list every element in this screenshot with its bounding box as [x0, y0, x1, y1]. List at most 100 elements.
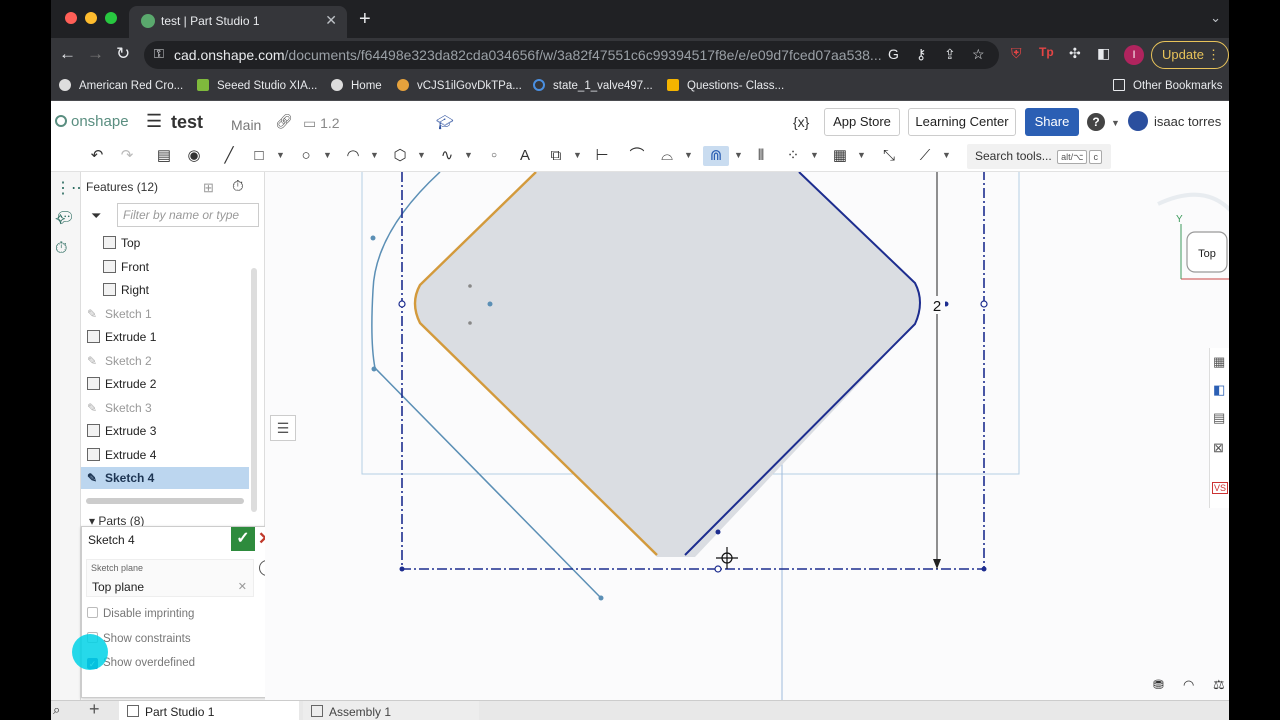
tab-part-studio[interactable]: Part Studio 1 [119, 701, 299, 720]
bookmark-item[interactable]: state_1_valve497... [533, 79, 653, 92]
bookmark-item[interactable]: Questions- Class... [667, 79, 784, 92]
rectangle-tool-icon[interactable]: □ [249, 146, 269, 166]
graphics-viewport[interactable]: 2 Top X Y ☰ ⛃ ◠ ⚖︎ [265, 161, 1229, 700]
bookmark-item[interactable]: vCJS1ilGovDkTPa... [397, 79, 522, 92]
point-tool-icon[interactable]: ○ [484, 146, 504, 166]
bom-icon[interactable]: ▤ [1213, 410, 1225, 426]
redo-icon[interactable]: ↷ [117, 146, 137, 166]
menu-icon[interactable]: ☰ [146, 111, 162, 132]
share-page-icon[interactable]: ⇪ [944, 46, 956, 63]
rollback-timer-icon[interactable]: ⏱︎ [232, 178, 244, 195]
add-folder-icon[interactable]: ⊞ [203, 180, 214, 196]
trim-tool-icon[interactable]: ⌓ [657, 146, 677, 166]
bookmark-star-icon[interactable]: ☆ [972, 46, 985, 63]
new-tab-button[interactable]: + [359, 8, 371, 31]
dimension-tool-icon[interactable]: ⊢ [592, 146, 612, 166]
measure-icon[interactable]: ◠ [1183, 677, 1194, 693]
text-tool-icon[interactable]: A [515, 146, 535, 166]
shield-extension-icon[interactable]: ⛨ [1011, 45, 1022, 62]
pattern-tool-icon[interactable]: ⁘ [783, 146, 803, 166]
feature-item[interactable]: Top [103, 232, 265, 254]
link-icon[interactable]: 🔗︎ [275, 113, 293, 130]
spline-tool-icon[interactable]: ∿ [437, 146, 457, 166]
feature-filter-input[interactable]: Filter by name or type [117, 203, 259, 227]
vs-app-icon[interactable]: VS [1212, 482, 1229, 494]
section-view-icon[interactable]: ⛃ [1153, 677, 1164, 693]
version-folder[interactable]: ▭ 1.2 [303, 115, 340, 132]
back-icon[interactable]: ← [59, 44, 76, 64]
chevron-down-icon[interactable]: ▼ [810, 150, 819, 160]
circle-tool-icon[interactable]: ○ [296, 146, 316, 166]
branch-name[interactable]: Main [231, 117, 261, 133]
side-panel-icon[interactable]: ◧ [1097, 45, 1110, 62]
extensions-puzzle-icon[interactable]: ✣ [1069, 45, 1081, 62]
construction-icon[interactable]: ⤡ [879, 146, 899, 166]
chevron-down-icon[interactable]: ▼ [573, 150, 582, 160]
arc-tool-icon[interactable]: ◠ [343, 146, 363, 166]
view-cube[interactable]: Top X Y [1157, 192, 1229, 287]
sketch-plane-field[interactable]: Sketch plane Top plane ✕ [86, 559, 254, 597]
feature-item[interactable]: Extrude 4 [87, 444, 249, 466]
mass-properties-icon[interactable]: ⚖︎ [1213, 677, 1225, 693]
feature-item[interactable]: ✎ Sketch 2 [87, 350, 249, 372]
feature-item[interactable]: ✎ Sketch 1 [87, 303, 249, 325]
variables-icon[interactable]: {x} [793, 114, 809, 130]
variable-table-icon[interactable]: ⊠ [1213, 440, 1224, 456]
feature-item[interactable]: ✎ Sketch 3 [87, 397, 249, 419]
dxf-import-icon[interactable]: ▦ [830, 146, 850, 166]
feature-item[interactable]: ✎ Sketch 4 [81, 467, 249, 489]
feature-item[interactable]: Front [103, 256, 265, 278]
forward-icon[interactable]: → [87, 44, 104, 64]
line-tool-icon[interactable]: ╱ [219, 146, 239, 166]
other-bookmarks[interactable]: Other Bookmarks [1113, 79, 1222, 92]
chevron-down-icon[interactable]: ▼ [323, 150, 332, 160]
clear-selection-icon[interactable]: ✕ [238, 580, 247, 593]
feature-list-toggle-icon[interactable]: ☰ [270, 415, 296, 441]
fillet-tool-icon[interactable]: ⌒ [627, 146, 647, 166]
appearance-icon[interactable]: ▦ [1213, 354, 1225, 370]
extrude-icon[interactable]: ◉ [184, 146, 204, 166]
undo-icon[interactable]: ↶ [87, 146, 107, 166]
close-window-button[interactable] [65, 12, 77, 24]
tp-extension-icon[interactable]: Tp [1039, 45, 1054, 59]
disable-imprinting-option[interactable]: Disable imprinting [87, 607, 194, 620]
constraint-icon[interactable]: ⟋ [915, 146, 935, 166]
feature-item[interactable]: Extrude 3 [87, 420, 249, 442]
profile-avatar[interactable]: I [1124, 45, 1144, 65]
user-name[interactable]: isaac torres [1154, 114, 1221, 129]
timer-icon[interactable]: ⏱︎ [55, 240, 67, 258]
sketch-canvas[interactable]: 2 Top X Y [265, 161, 1229, 700]
share-button[interactable]: Share [1025, 108, 1079, 136]
feature-item[interactable]: Extrude 2 [87, 373, 249, 395]
accept-checkmark-button[interactable]: ✓ [231, 527, 255, 551]
site-info-icon[interactable]: ⚿ [154, 46, 164, 62]
chevron-down-icon[interactable]: ▼ [370, 150, 379, 160]
mirror-tool-icon[interactable]: ⫴ [751, 146, 771, 166]
sketch-icon[interactable]: ▤ [154, 146, 174, 166]
maximize-window-button[interactable] [105, 12, 117, 24]
chevron-down-icon[interactable]: ▼ [857, 150, 866, 160]
update-button[interactable]: Update ⋮ [1151, 41, 1229, 69]
close-tab-icon[interactable]: ✕ [325, 12, 337, 29]
learning-center-button[interactable]: Learning Center [908, 108, 1016, 136]
chevron-down-icon[interactable]: ▼ [464, 150, 473, 160]
onshape-logo[interactable]: onshape [55, 113, 129, 130]
minimize-window-button[interactable] [85, 12, 97, 24]
feature-item[interactable]: Extrude 1 [87, 326, 249, 348]
chevron-down-icon[interactable]: ▼ [276, 150, 285, 160]
feature-list-hscrollbar[interactable] [86, 498, 244, 504]
bookmark-item[interactable]: Home [331, 79, 382, 92]
learning-cap-icon[interactable]: 🎓︎ [436, 114, 454, 131]
app-store-button[interactable]: App Store [824, 108, 900, 136]
filter-icon[interactable]: ⏷ [91, 208, 101, 224]
chevron-down-icon[interactable]: ▼ [1111, 118, 1120, 128]
chevron-down-icon[interactable]: ▼ [417, 150, 426, 160]
user-avatar[interactable] [1128, 111, 1148, 131]
add-element-button[interactable]: + [89, 699, 100, 720]
bookmark-item[interactable]: American Red Cro... [59, 79, 183, 92]
search-icon[interactable]: ⌕ [53, 702, 60, 718]
help-icon[interactable]: ? [1087, 113, 1105, 131]
offset-tool-icon[interactable]: ⋒ [703, 146, 729, 166]
tab-assembly[interactable]: Assembly 1 [303, 701, 479, 720]
chevron-down-icon[interactable]: ▼ [684, 150, 693, 160]
